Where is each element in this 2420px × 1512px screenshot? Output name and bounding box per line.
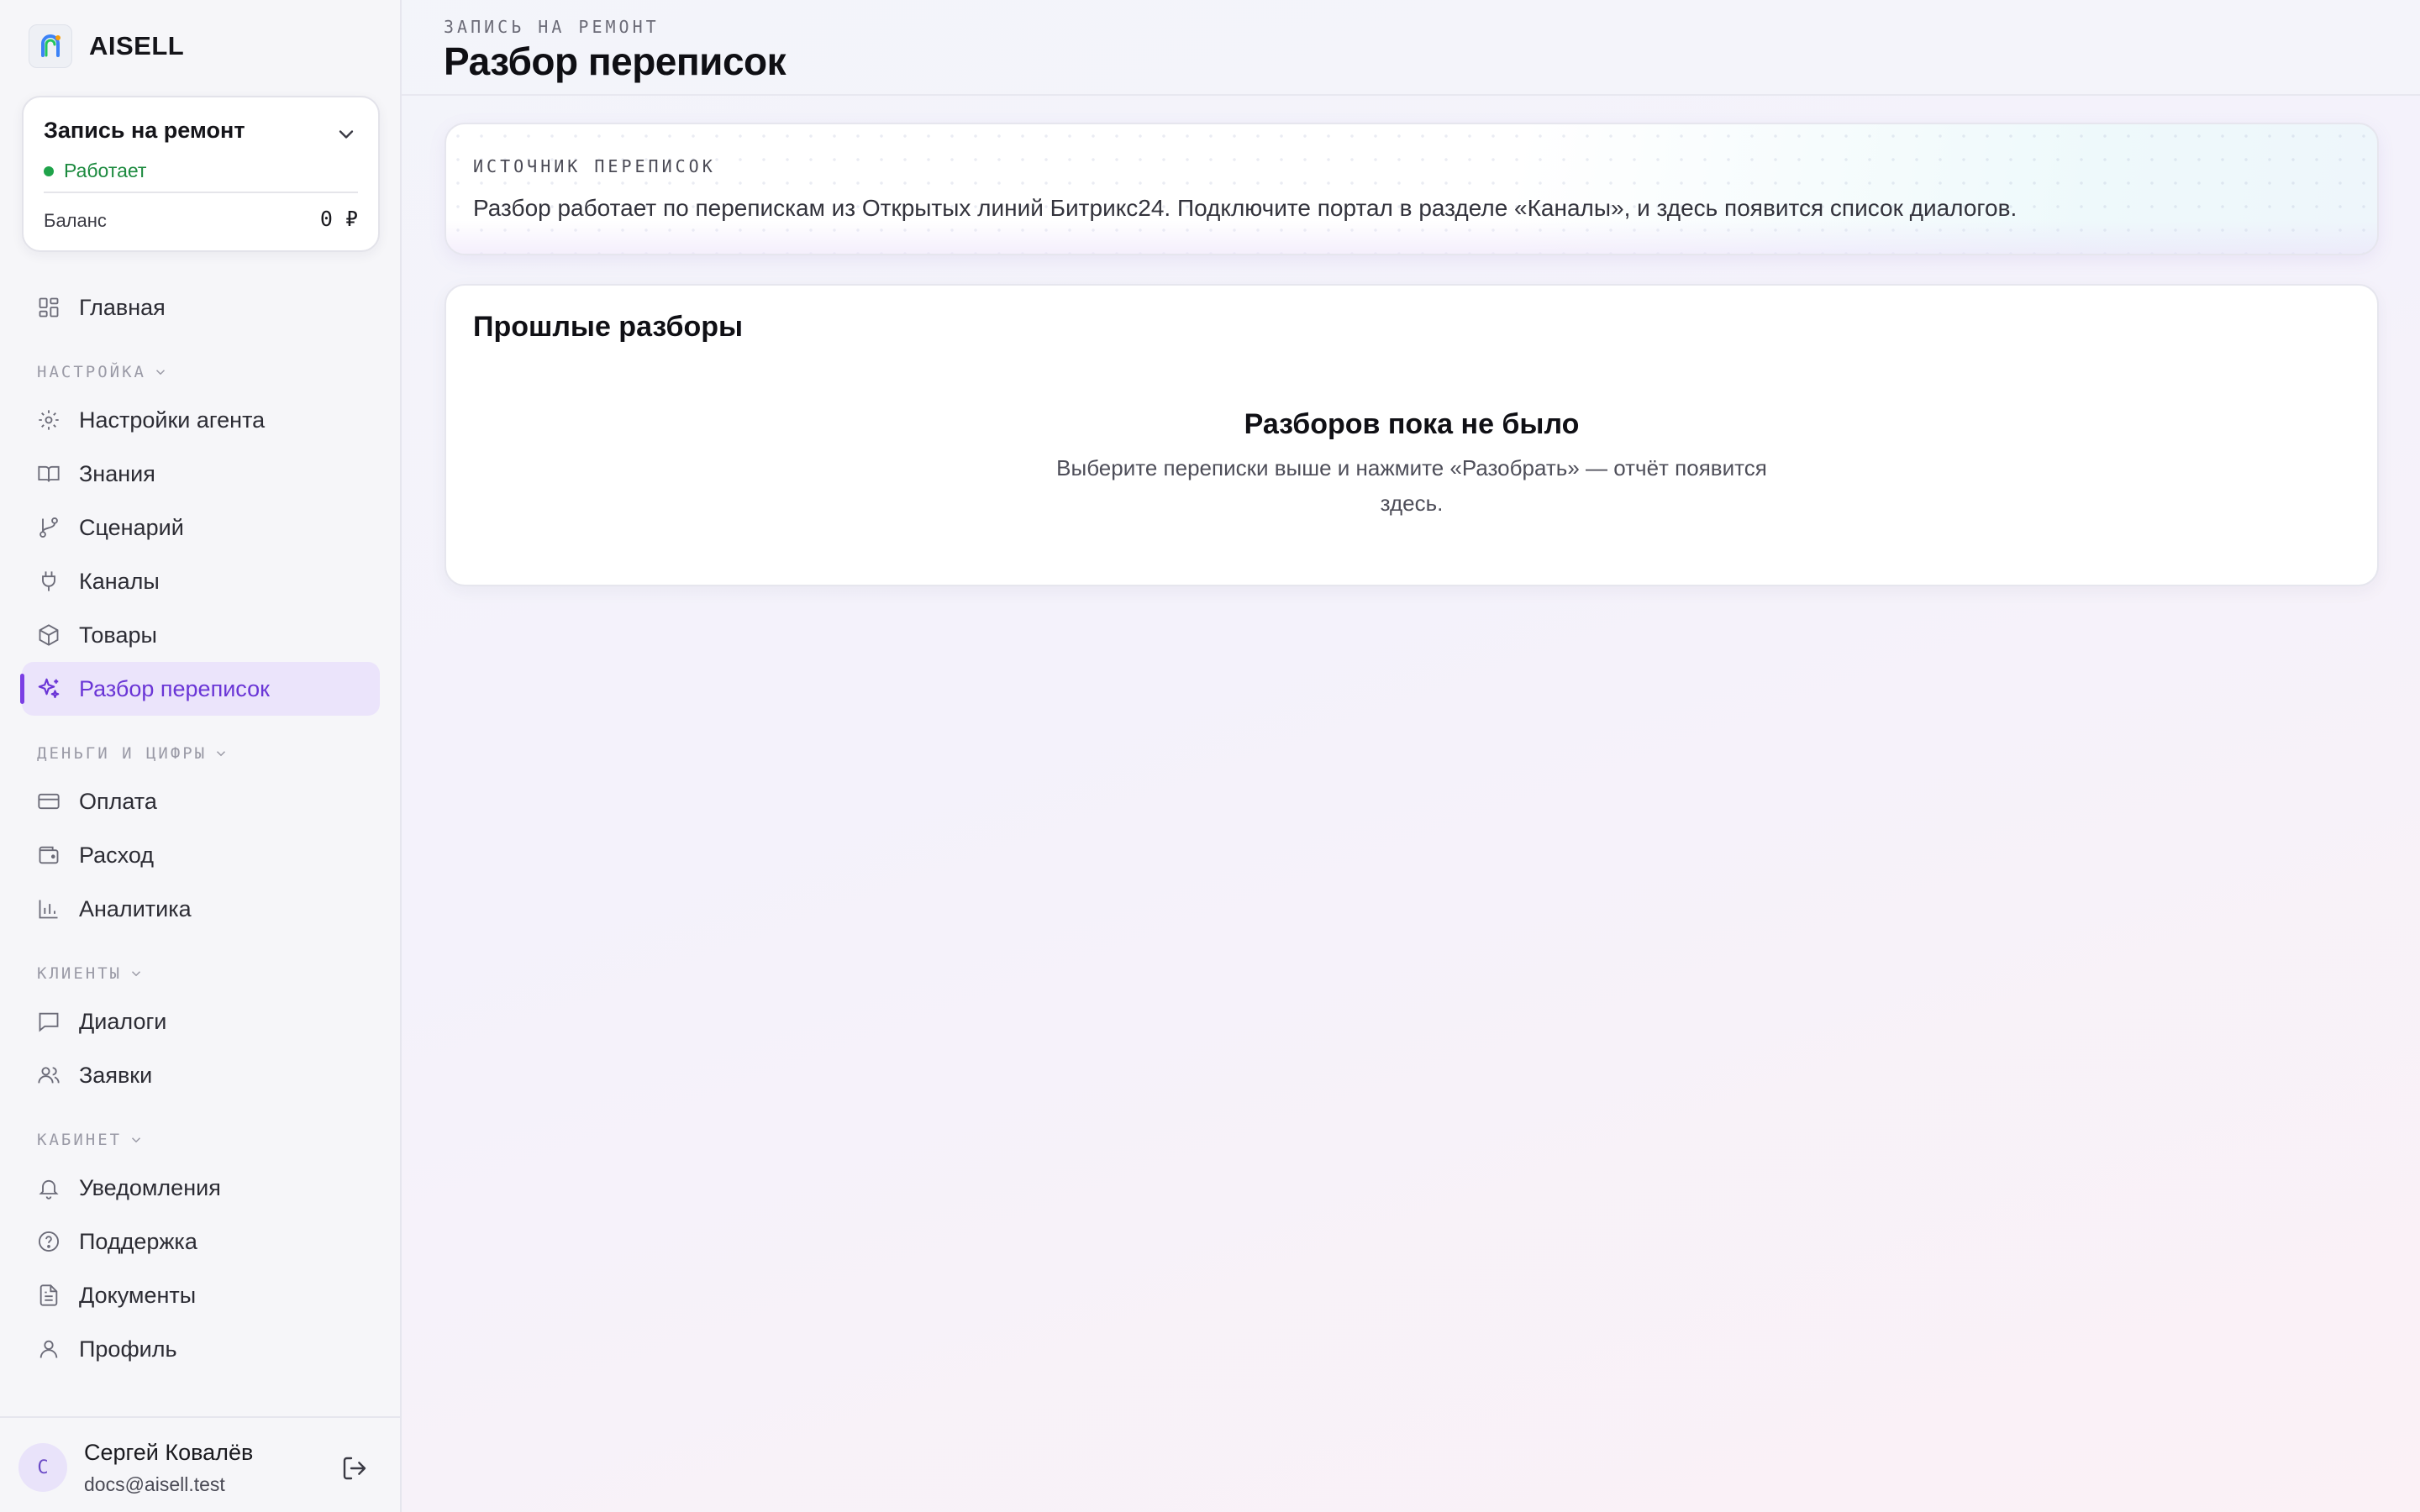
sidebar-item-expense[interactable]: Расход [22,828,380,882]
wallet-icon [35,842,62,869]
agent-status-label: Работает [64,160,147,181]
git-branch-icon [35,514,62,541]
logout-button[interactable] [338,1452,371,1485]
balance-value: 0 ₽ [319,207,358,231]
nav-section-label: НАСТРОЙКА [37,363,146,381]
status-dot-icon [44,165,54,176]
chevron-down-icon[interactable] [334,123,358,146]
gear-icon [35,407,62,433]
message-square-icon [35,1008,62,1035]
sidebar-item-agent-settings[interactable]: Настройки агента [22,393,380,447]
sidebar-item-scenario[interactable]: Сценарий [22,501,380,554]
user-icon [35,1336,62,1362]
sidebar-item-label: Диалоги [79,1008,167,1034]
plug-icon [35,568,62,595]
empty-state-title: Разборов пока не было [1244,408,1580,440]
help-circle-icon [35,1228,62,1255]
book-icon [35,460,62,487]
nav-section-clients[interactable]: КЛИЕНТЫ [37,964,144,983]
sidebar-item-label: Поддержка [79,1228,197,1254]
agent-switcher[interactable]: Запись на ремонт Работает Баланс 0 ₽ [22,96,380,252]
nav-section-money[interactable]: ДЕНЬГИ И ЦИФРЫ [37,744,229,763]
chevron-down-icon [155,370,165,375]
source-label: ИСТОЧНИК ПЕРЕПИСОК [473,156,716,176]
breadcrumb: ЗАПИСЬ НА РЕМОНТ [444,17,660,37]
balance-label: Баланс [44,210,107,231]
nav-section-cabinet[interactable]: КАБИНЕТ [37,1131,144,1149]
avatar[interactable]: С [18,1443,67,1492]
sidebar-item-label: Уведомления [79,1174,221,1200]
sidebar-item-label: Товары [79,622,157,648]
sidebar-item-notifications[interactable]: Уведомления [22,1161,380,1215]
user-email: docs@aisell.test [84,1473,225,1495]
divider [44,192,358,193]
dashboard-icon [35,294,62,321]
file-text-icon [35,1282,62,1309]
brand[interactable]: AISELL [29,24,184,69]
sidebar-item-label: Расход [79,842,155,868]
source-card: ИСТОЧНИК ПЕРЕПИСОК Разбор работает по пе… [445,123,2379,255]
agent-name: Запись на ремонт [44,118,245,143]
sidebar-item-channels[interactable]: Каналы [22,554,380,608]
sidebar-item-support[interactable]: Поддержка [22,1215,380,1268]
sidebar-item-home[interactable]: Главная [22,281,380,334]
sidebar-item-label: Документы [79,1282,197,1308]
chevron-down-icon [217,751,226,757]
credit-card-icon [35,788,62,815]
user-name: Сергей Ковалёв [84,1440,254,1465]
sidebar-item-label: Сценарий [79,514,184,540]
sparkles-icon [35,675,62,702]
brand-logo-icon [29,24,72,68]
nav-section-settings[interactable]: НАСТРОЙКА [37,363,168,381]
sidebar-item-label: Разбор переписок [79,675,270,701]
brand-name: AISELL [89,31,185,60]
bell-icon [35,1174,62,1201]
sidebar-item-profile[interactable]: Профиль [22,1322,380,1376]
sidebar-item-products[interactable]: Товары [22,608,380,662]
log-out-icon [343,1457,366,1480]
sidebar-item-label: Каналы [79,568,160,594]
sidebar-item-label: Аналитика [79,895,192,921]
history-title: Прошлые разборы [473,311,744,343]
sidebar-item-label: Знания [79,460,155,486]
sidebar-item-documents[interactable]: Документы [22,1268,380,1322]
sidebar-item-label: Главная [79,294,166,320]
sidebar-item-knowledge[interactable]: Знания [22,447,380,501]
sidebar-item-label: Заявки [79,1062,153,1088]
nav-section-label: ДЕНЬГИ И ЦИФРЫ [37,744,208,763]
sidebar-item-label: Настройки агента [79,407,266,433]
source-description: Разбор работает по перепискам из Открыты… [473,195,2018,221]
sidebar-item-analytics[interactable]: Аналитика [22,882,380,936]
sidebar-item-label: Профиль [79,1336,177,1362]
sidebar-item-chat-analysis[interactable]: Разбор переписок [20,662,380,716]
package-icon [35,622,62,648]
users-icon [35,1062,62,1089]
page-header: ЗАПИСЬ НА РЕМОНТ Разбор переписок [402,0,2420,96]
agent-status: Работает [44,160,146,182]
sidebar-item-dialogs[interactable]: Диалоги [22,995,380,1048]
chevron-down-icon [132,1137,141,1143]
nav-section-label: КЛИЕНТЫ [37,964,123,983]
page-title: Разбор переписок [444,39,786,83]
sidebar-item-requests[interactable]: Заявки [22,1048,380,1102]
bar-chart-icon [35,895,62,922]
history-card: Прошлые разборы Разборов пока не было Вы… [445,284,2379,586]
sidebar: AISELL Запись на ремонт Работает Баланс … [0,0,402,1512]
nav-section-label: КАБИНЕТ [37,1131,123,1149]
chevron-down-icon [132,971,141,977]
sidebar-item-label: Оплата [79,788,157,814]
sidebar-item-payment[interactable]: Оплата [22,774,380,828]
user-block: С Сергей Ковалёв docs@aisell.test [0,1416,400,1512]
empty-state-text: Выберите переписки выше и нажмите «Разоб… [1056,455,1767,516]
